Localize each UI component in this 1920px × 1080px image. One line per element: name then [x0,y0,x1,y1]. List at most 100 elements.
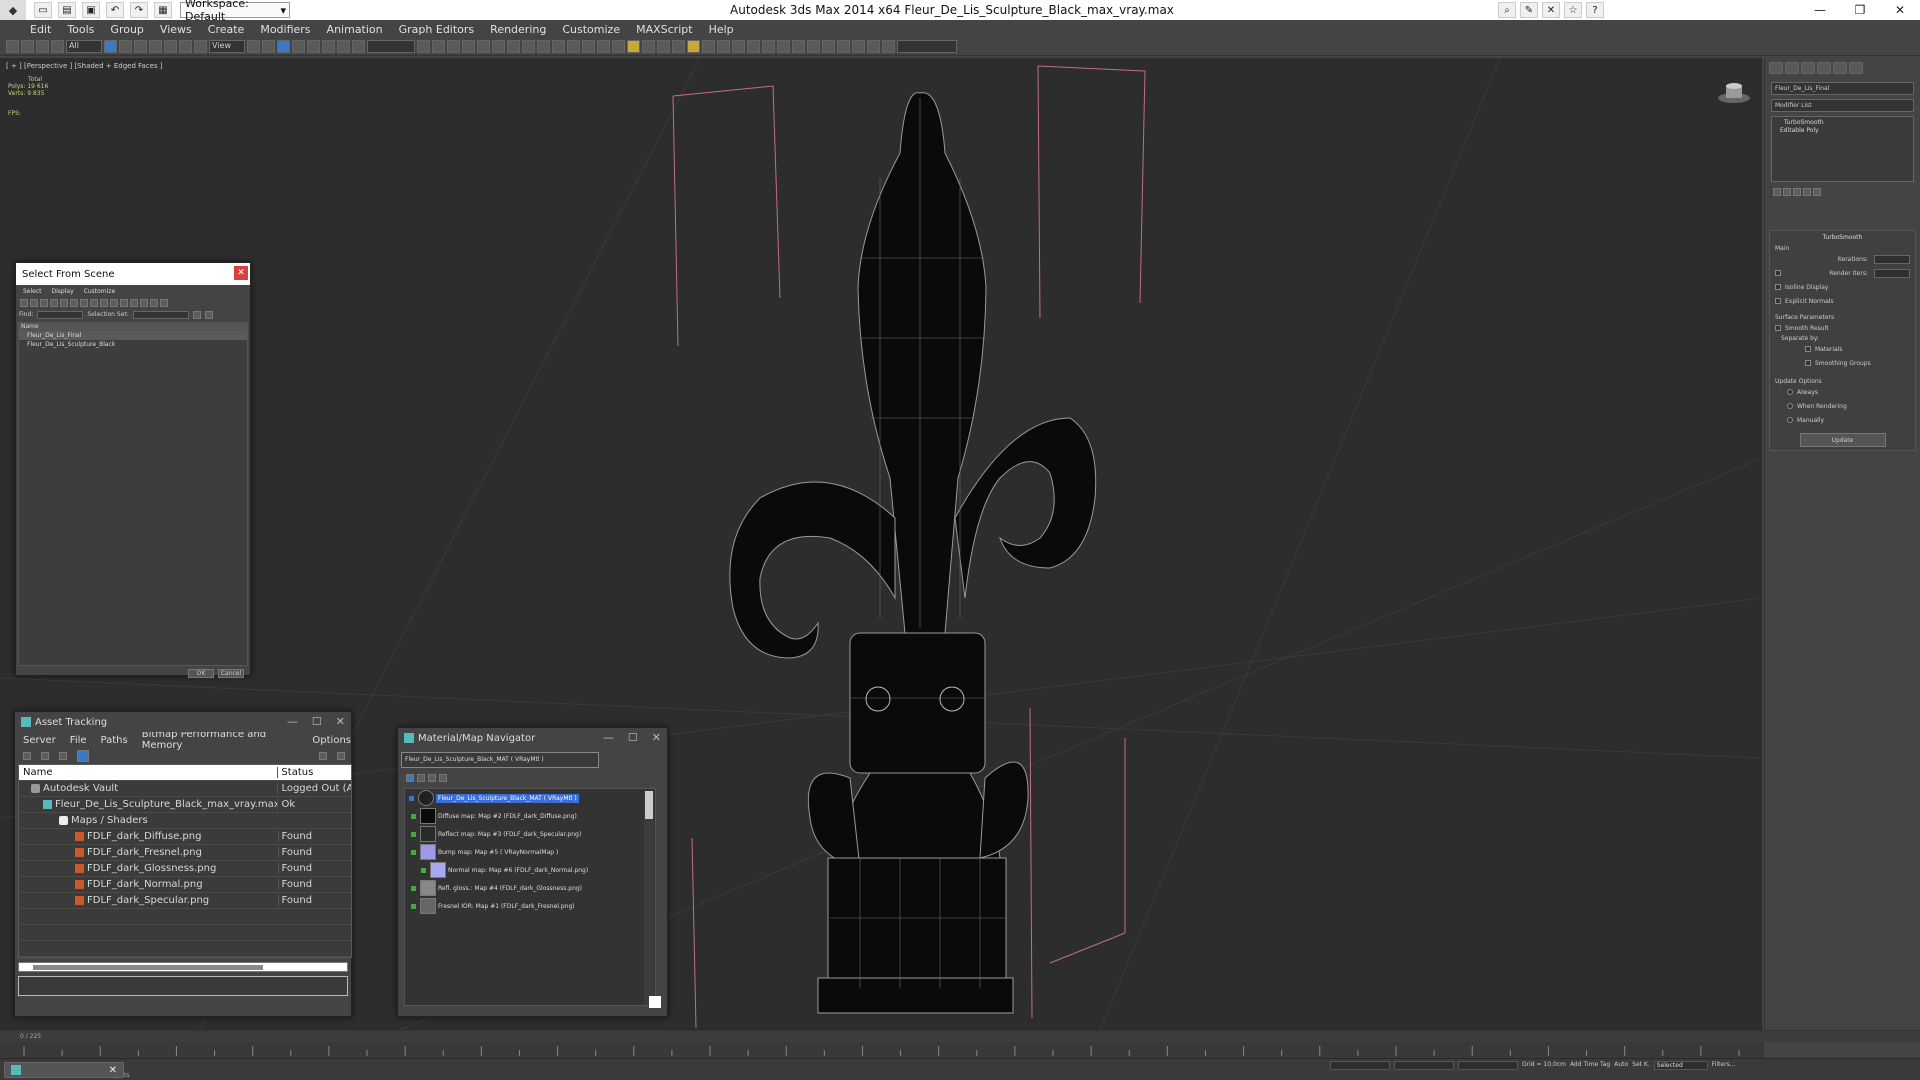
restore-icon[interactable]: ❐ [1840,0,1880,20]
motion-tab-icon[interactable] [1817,62,1831,74]
display-xrefs-icon[interactable] [90,299,98,307]
rotate-icon[interactable] [179,40,192,53]
display-bones-icon[interactable] [100,299,108,307]
close-icon[interactable]: ✕ [652,731,661,744]
extra-tool4-icon[interactable] [882,40,895,53]
turbosmooth-header[interactable]: TurboSmooth [1775,234,1910,241]
menu-views[interactable]: Views [160,23,192,36]
menu-create[interactable]: Create [208,23,245,36]
show-end-result-icon[interactable] [1783,188,1791,196]
material-name-field[interactable]: Fleur_De_Lis_Sculpture_Black_MAT ( VRayM… [401,752,599,768]
close-icon[interactable]: ✕ [234,266,248,280]
at-menu-options[interactable]: Options [312,735,351,746]
vray-light2-icon[interactable] [627,40,640,53]
maximize-icon[interactable]: ☐ [312,715,322,728]
map-row[interactable]: Fresnel IOR: Map #1 (FDLF_dark_Fresnel.p… [405,897,655,915]
map-row[interactable]: Reflect map: Map #3 (FDLF_dark_Specular.… [405,825,655,843]
material-editor-icon[interactable] [507,40,520,53]
vray-fur-icon[interactable] [672,40,685,53]
column-header-name[interactable]: Name [19,323,247,331]
maximize-icon[interactable]: ☐ [628,731,638,744]
view-large-icons-icon[interactable] [439,774,447,782]
undo-tool-icon[interactable] [6,40,19,53]
display-geometry-icon[interactable] [20,299,28,307]
minimize-icon[interactable]: — [1800,0,1840,20]
utilities-tab-icon[interactable] [1849,62,1863,74]
help-icon[interactable]: ? [1586,2,1604,18]
minimize-icon[interactable]: — [287,715,298,728]
vray-settings-icon[interactable] [807,40,820,53]
layer-manager-icon[interactable] [447,40,460,53]
app-logo-icon[interactable]: ◆ [0,0,26,20]
navigator-resize-handle[interactable] [649,996,661,1008]
select-object-icon[interactable] [104,40,117,53]
display-all-icon[interactable] [110,299,118,307]
viewcube[interactable] [1716,80,1752,104]
vray-plane-icon[interactable] [702,40,715,53]
table-view-icon[interactable] [77,750,89,762]
render-icon[interactable] [552,40,565,53]
spinner-snap-icon[interactable] [337,40,350,53]
create-tab-icon[interactable] [1769,62,1783,74]
link-icon[interactable] [36,40,49,53]
selection-filter-dropdown[interactable]: All [66,40,102,53]
star-icon[interactable]: ☆ [1564,2,1582,18]
manually-radio[interactable] [1787,417,1793,423]
close-icon[interactable]: ✕ [336,715,345,728]
display-lights-icon[interactable] [40,299,48,307]
align-icon[interactable] [432,40,445,53]
display-groups-icon[interactable] [80,299,88,307]
object-name-field[interactable]: Fleur_De_Lis_Final [1771,82,1914,95]
material-navigator-titlebar[interactable]: Material/Map Navigator — ☐ ✕ [398,728,667,748]
menu-animation[interactable]: Animation [327,23,383,36]
materials-checkbox[interactable] [1805,346,1811,352]
stack-item-editable-poly[interactable]: Editable Poly [1774,127,1911,135]
view-list-icon[interactable] [406,774,414,782]
column-header-status[interactable]: Status [277,767,351,778]
vray-toggle-icon[interactable] [822,40,835,53]
menu-edit[interactable]: Edit [30,23,51,36]
when-rendering-radio[interactable] [1787,403,1793,409]
make-unique-icon[interactable] [1793,188,1801,196]
smooth-result-checkbox[interactable] [1775,325,1781,331]
keyboard-shortcut-icon[interactable] [277,40,290,53]
list-item[interactable]: Fleur_De_Lis_Final [19,331,247,340]
tree-root[interactable]: Fleur_De_Lis_Sculpture_Black_MAT ( VRayM… [405,789,655,807]
table-row[interactable]: FDLF_dark_Glossness.png Found [19,861,351,877]
new-file-icon[interactable]: ▭ [34,2,52,18]
scale-icon[interactable] [194,40,207,53]
window-crossing-icon[interactable] [149,40,162,53]
display-shapes-icon[interactable] [30,299,38,307]
table-row[interactable]: FDLF_dark_Fresnel.png Found [19,845,351,861]
find-input[interactable] [37,310,84,319]
remove-modifier-icon[interactable] [1803,188,1811,196]
display-cameras-icon[interactable] [50,299,58,307]
hierarchy-icon[interactable] [150,299,158,307]
z-coord-field[interactable] [1458,1061,1518,1070]
configure-sets-icon[interactable] [1813,188,1821,196]
unlink-icon[interactable] [51,40,64,53]
filters-button[interactable]: Filters... [1712,1061,1736,1070]
save-file-icon[interactable]: ▣ [82,2,100,18]
binoculars-icon[interactable]: ⌕ [1498,2,1516,18]
stack-item-turbosmooth[interactable]: TurboSmooth [1774,119,1911,127]
list-item[interactable]: Fleur_De_Lis_Sculpture_Black [19,340,247,349]
vray-sphere-icon[interactable] [642,40,655,53]
map-row[interactable]: Normal map: Map #6 (FDLF_dark_Normal.png… [405,861,655,879]
select-manipulate-icon[interactable] [262,40,275,53]
minimize-icon[interactable]: — [603,731,614,744]
at-menu-bitmap[interactable]: Bitmap Performance and Memory [142,729,299,751]
view-icons-icon[interactable] [417,774,425,782]
table-row[interactable]: FDLF_dark_Normal.png Found [19,877,351,893]
project-folder-icon[interactable]: ▦ [154,2,172,18]
vray-proxy-icon[interactable] [657,40,670,53]
vray-ies-icon[interactable] [762,40,775,53]
display-helpers-icon[interactable] [60,299,68,307]
horizontal-scrollbar[interactable] [18,962,348,972]
undo-icon[interactable]: ↶ [106,2,124,18]
named-selection-dropdown[interactable] [367,40,415,53]
sfs-menu-customize[interactable]: Customize [84,288,116,295]
menu-graph-editors[interactable]: Graph Editors [399,23,475,36]
pin-stack-icon[interactable] [1773,188,1781,196]
vray-material-icon[interactable] [732,40,745,53]
